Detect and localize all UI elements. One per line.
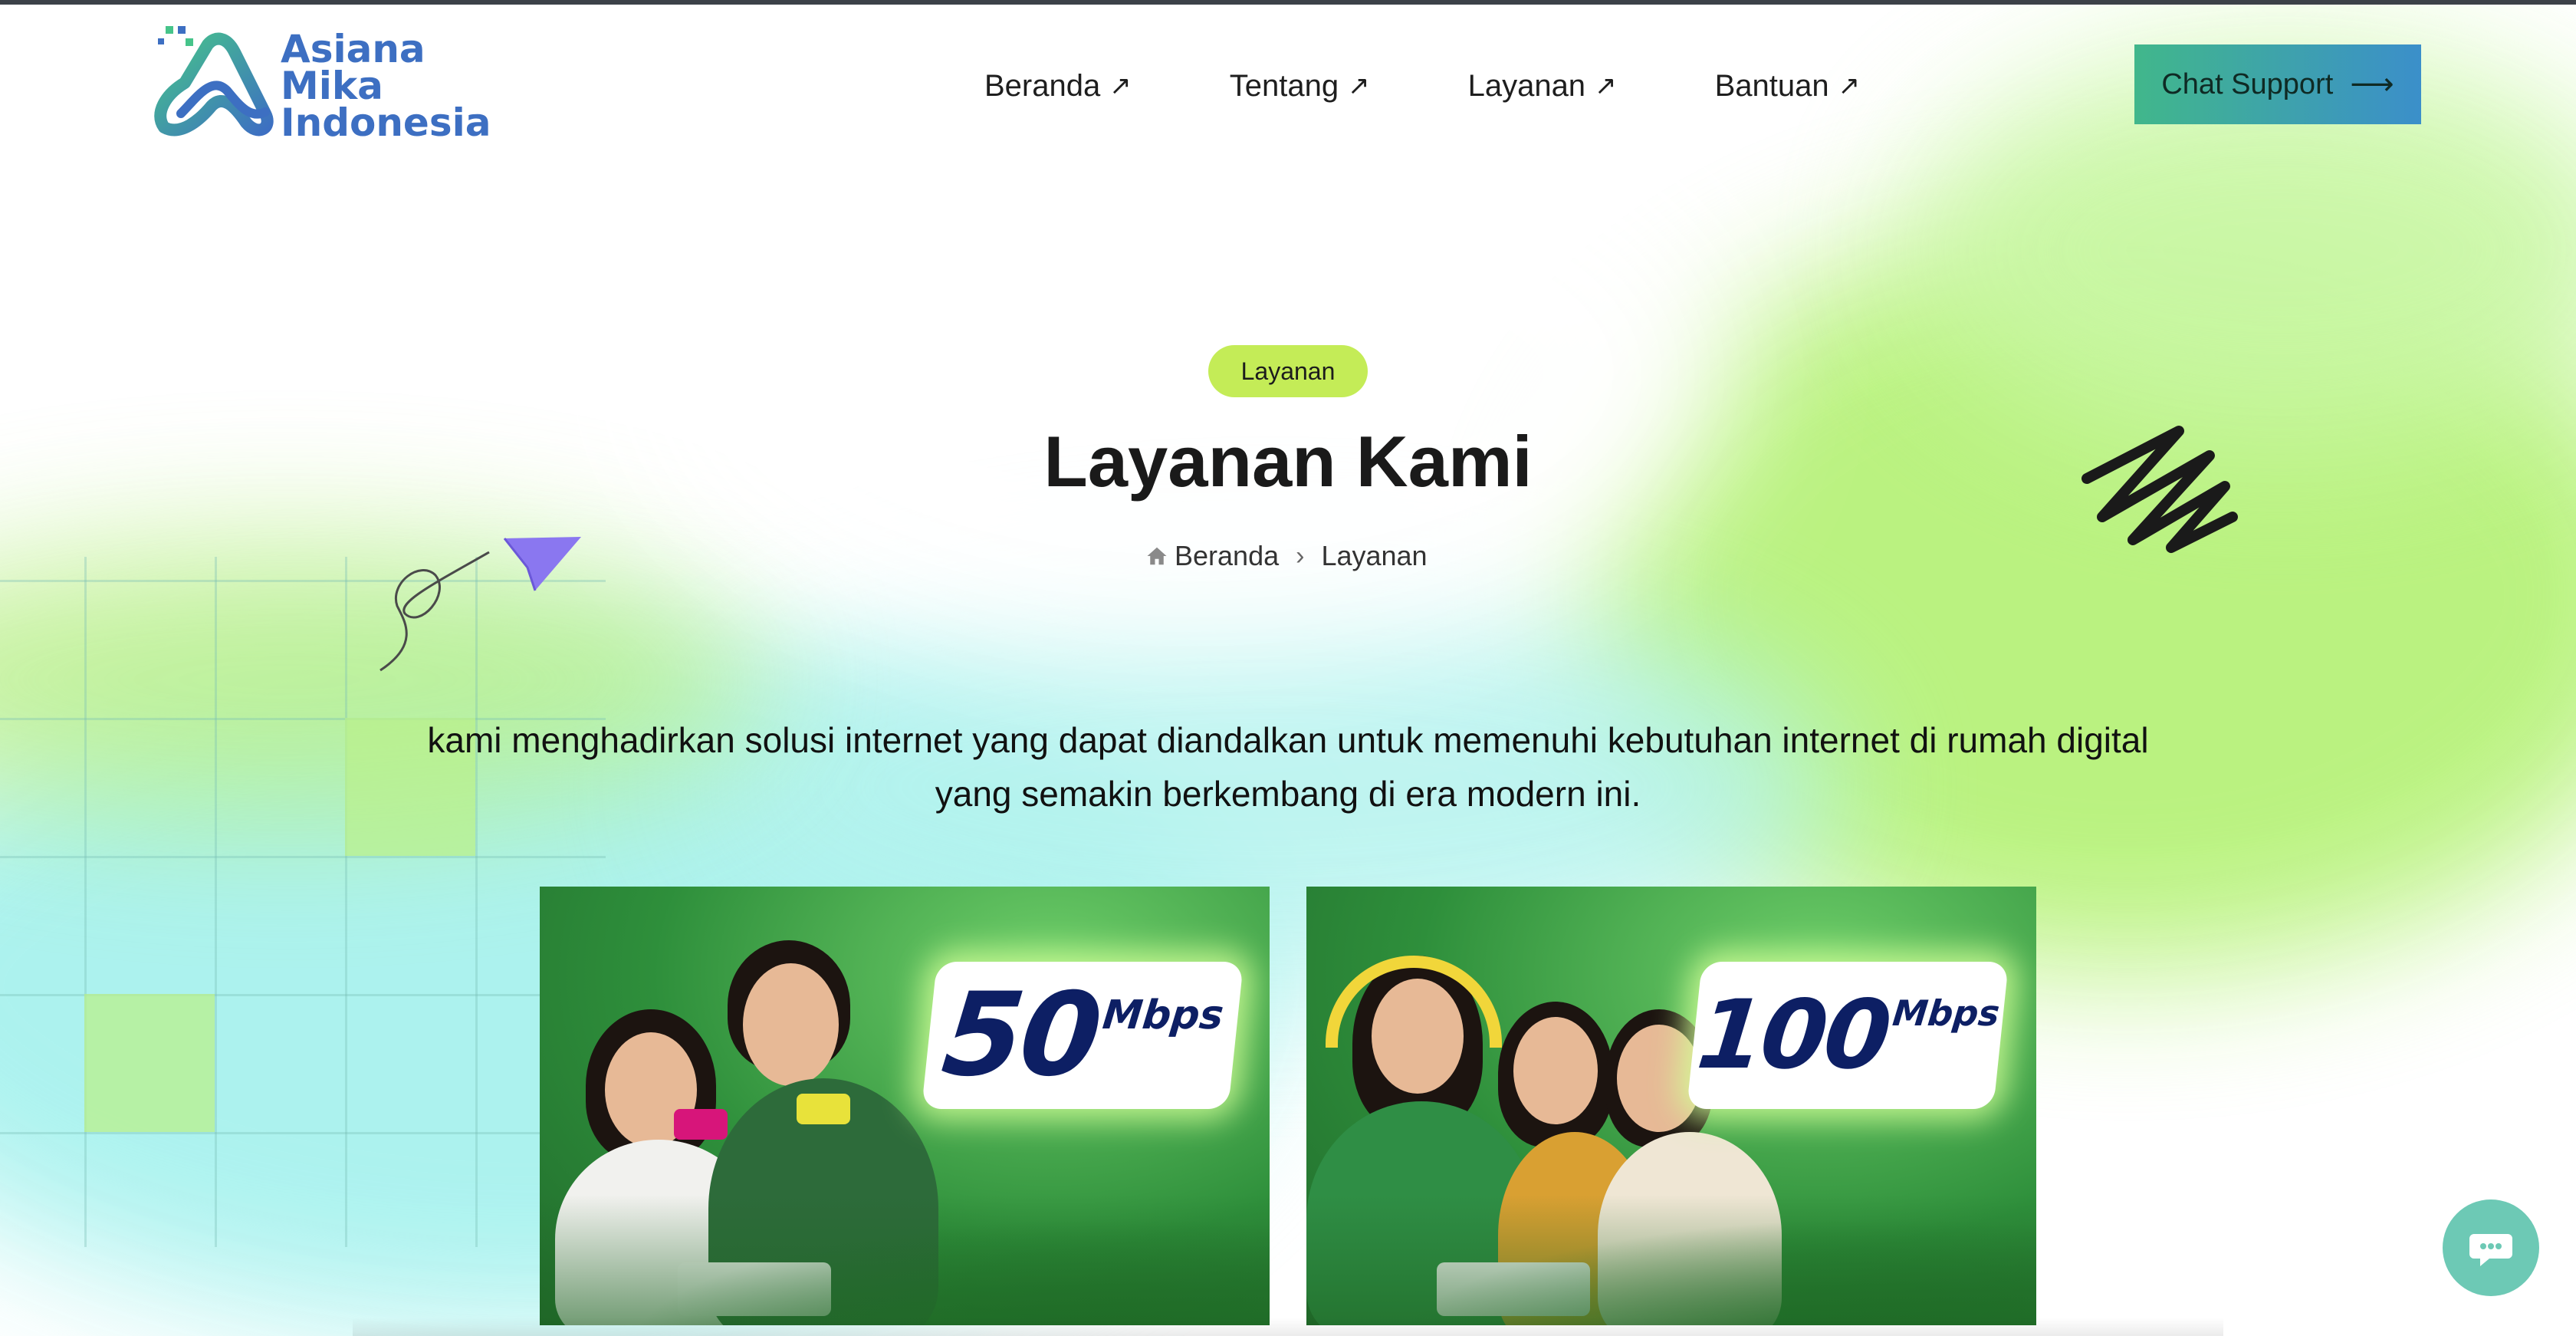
service-card-100mbps[interactable]: 100 Mbps [1306,887,2036,1325]
main-nav: Beranda ↗ Tentang ↗ Layanan ↗ Bantuan ↗ [984,64,1860,107]
speed-unit: Mbps [1100,992,1226,1038]
scribble-decoration-icon [2082,426,2238,553]
arrow-right-icon: ⟶ [2350,67,2394,101]
speed-badge: 50 Mbps [921,962,1244,1109]
speed-unit: Mbps [1891,992,2002,1034]
home-icon [1147,547,1167,565]
person-face [1513,1017,1598,1124]
chat-bubble-icon [2469,1234,2512,1266]
person-face [743,963,839,1086]
brand-line-2: Mika [281,64,383,108]
speed-badge: 100 Mbps [1686,962,2009,1109]
intro-line-2: yang semakin berkembang di era modern in… [935,774,1641,814]
arrow-up-right-icon: ↗ [1348,71,1370,100]
person-face [1617,1025,1701,1132]
phone-device [674,1109,728,1140]
chat-fab-button[interactable] [2443,1199,2539,1296]
nav-item-tentang[interactable]: Tentang ↗ [1230,64,1370,107]
brand-name: Asiana Mika Indonesia [281,27,491,145]
intro-line-1: kami menghadirkan solusi internet yang d… [427,720,2149,760]
page-title: Layanan Kami [1043,421,1533,502]
speed-value: 100 [1692,980,1894,1091]
card-wave-decoration [540,1195,1270,1325]
logo-mark-icon [154,26,274,137]
brand-line-3: Indonesia [281,100,491,145]
nav-item-label: Tentang [1229,68,1339,103]
grid-highlight-cell [84,994,215,1132]
nav-item-label: Layanan [1467,68,1586,103]
section-bottom-shadow [353,1318,2223,1336]
chevron-right-icon: › [1296,541,1305,571]
service-card-50mbps[interactable]: 50 Mbps [540,887,1270,1325]
chat-support-button[interactable]: Chat Support ⟶ [2134,44,2421,124]
arrow-up-right-icon: ↗ [1109,71,1132,100]
chat-support-label: Chat Support [2161,67,2334,100]
nav-item-layanan[interactable]: Layanan ↗ [1468,64,1617,107]
section-pill: Layanan [1208,345,1368,397]
brand-line-1: Asiana [281,27,426,71]
nav-item-label: Bantuan [1714,68,1829,103]
nav-item-beranda[interactable]: Beranda ↗ [984,64,1132,107]
nav-item-label: Beranda [984,68,1101,103]
intro-text: kami menghadirkan solusi internet yang d… [360,713,2216,821]
nav-item-bantuan[interactable]: Bantuan ↗ [1715,64,1861,107]
breadcrumb: Beranda › Layanan [1145,537,1428,575]
arrow-up-right-icon: ↗ [1595,71,1617,100]
breadcrumb-home-link[interactable]: Beranda [1175,540,1279,572]
card-wave-decoration [1306,1195,2036,1325]
arrow-up-right-icon: ↗ [1838,71,1861,100]
paper-plane-icon [380,537,581,672]
breadcrumb-current: Layanan [1321,540,1428,571]
headphones [1326,956,1502,1048]
speed-value: 50 [936,969,1105,1102]
phone-device [797,1094,850,1124]
